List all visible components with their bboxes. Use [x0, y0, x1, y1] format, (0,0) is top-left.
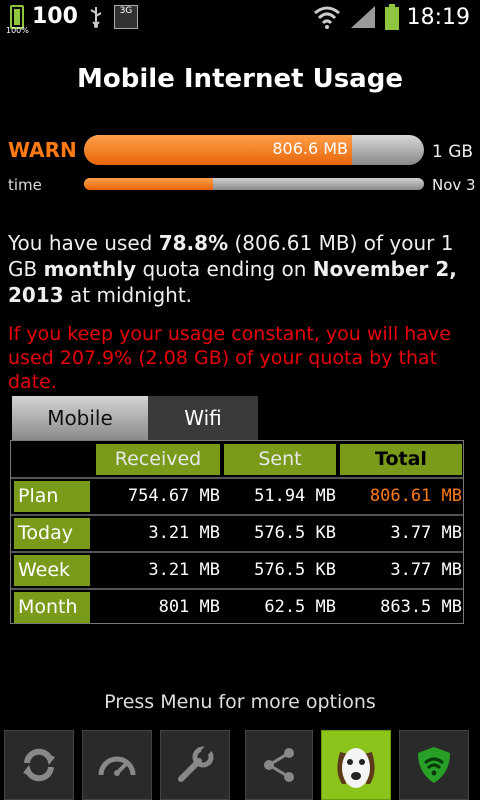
table-divider — [11, 514, 463, 516]
time-progress-bar — [84, 178, 424, 190]
table-row: Month 801 MB 62.5 MB 863.5 MB — [14, 592, 462, 623]
shield-icon — [418, 747, 450, 783]
table-divider — [11, 588, 463, 590]
row-label-month: Month — [14, 592, 90, 623]
time-label: time — [8, 176, 42, 194]
app-logo-button[interactable] — [321, 730, 391, 800]
plan-received: 754.67 MB — [127, 486, 220, 506]
week-sent: 576.5 KB — [254, 560, 336, 580]
clock: 18:19 — [406, 4, 470, 30]
usage-table: Received Sent Total Plan 754.67 MB 51.94… — [10, 440, 464, 624]
month-total: 863.5 MB — [380, 597, 462, 617]
page-title: Mobile Internet Usage — [77, 64, 403, 94]
table-row: Week 3.21 MB 576.5 KB 3.77 MB — [14, 555, 462, 586]
usb-icon — [90, 6, 102, 28]
header-total: Total — [340, 444, 462, 475]
today-received: 3.21 MB — [148, 523, 220, 543]
refresh-button[interactable] — [4, 730, 74, 800]
plan-total: 806.61 MB — [369, 486, 462, 506]
usage-amount: 806.6 MB — [272, 139, 348, 158]
week-total: 3.77 MB — [390, 560, 462, 580]
week-received: 3.21 MB — [148, 560, 220, 580]
battery-icon — [384, 4, 399, 30]
usage-summary: You have used 78.8% (806.61 MB) of your … — [8, 231, 457, 307]
wrench-icon — [178, 743, 214, 782]
table-divider — [11, 477, 463, 479]
usage-progress-bar: 806.6 MB — [84, 135, 424, 165]
speedometer-icon — [98, 756, 136, 776]
network-tabs: Mobile Wifi — [12, 396, 258, 440]
battery-icon — [10, 4, 24, 29]
bottom-toolbar — [0, 730, 480, 800]
table-row: Today 3.21 MB 576.5 KB 3.77 MB — [14, 518, 462, 549]
menu-hint: Press Menu for more options — [104, 691, 376, 713]
table-divider — [11, 551, 463, 553]
usage-projection: If you keep your usage constant, you wil… — [8, 323, 451, 393]
row-label-today: Today — [14, 518, 90, 549]
header-sent: Sent — [224, 444, 336, 475]
wifi-icon — [313, 6, 340, 29]
status-right: 18:19 — [313, 4, 470, 30]
security-button[interactable] — [399, 730, 469, 800]
battery-small-label: 100% — [6, 26, 29, 35]
speedometer-button[interactable] — [82, 730, 152, 800]
settings-button[interactable] — [160, 730, 230, 800]
battery-level: 100 — [32, 4, 78, 29]
row-label-plan: Plan — [14, 481, 90, 512]
usage-limit: 1 GB — [432, 142, 474, 162]
status-warn-label: WARN — [8, 138, 77, 162]
refresh-icon — [23, 748, 55, 782]
3g-icon: 3G — [113, 4, 138, 29]
header-received: Received — [96, 444, 220, 475]
month-sent: 62.5 MB — [264, 597, 336, 617]
tab-mobile[interactable]: Mobile — [12, 396, 148, 440]
dog-logo-icon — [337, 748, 375, 788]
plan-sent: 51.94 MB — [254, 486, 336, 506]
signal-icon — [350, 6, 375, 28]
share-icon — [264, 748, 294, 782]
share-button[interactable] — [245, 730, 313, 800]
month-received: 801 MB — [158, 597, 220, 617]
today-total: 3.77 MB — [390, 523, 462, 543]
row-label-week: Week — [14, 555, 90, 586]
status-left: 100 3G — [10, 4, 138, 29]
today-sent: 576.5 KB — [254, 523, 336, 543]
table-row: Plan 754.67 MB 51.94 MB 806.61 MB — [14, 481, 462, 512]
status-bar: 100 3G 100% 18:19 — [0, 0, 480, 38]
tab-wifi[interactable]: Wifi — [148, 396, 258, 440]
period-end-date: Nov 3 — [432, 176, 476, 194]
time-progress-fill — [84, 178, 214, 190]
table-header-row: Received Sent Total — [14, 444, 462, 475]
